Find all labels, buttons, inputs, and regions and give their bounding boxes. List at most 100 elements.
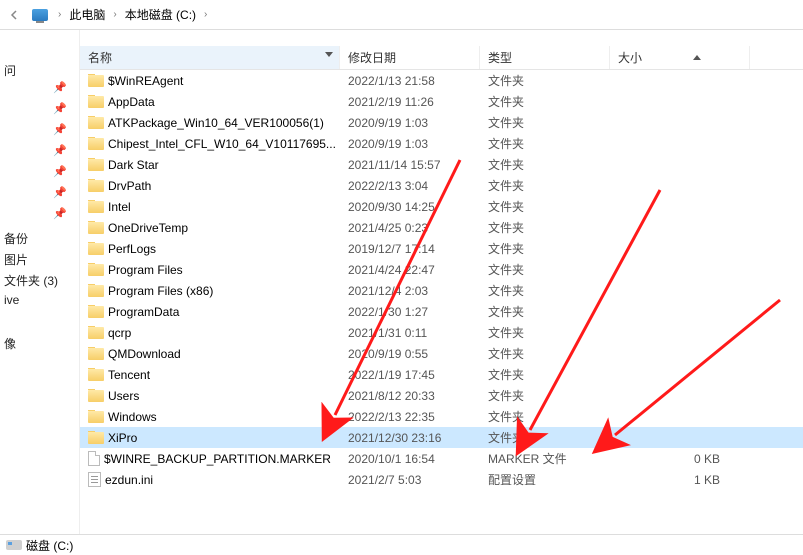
cell-name: Tencent <box>80 368 340 382</box>
chevron-right-icon: › <box>111 9 118 20</box>
cell-name: qcrp <box>80 326 340 340</box>
folder-icon <box>88 411 104 423</box>
file-name: Program Files <box>108 263 183 277</box>
file-list: 名称 修改日期 类型 大小 $WinREAgent2022/1/13 21:58… <box>80 30 803 534</box>
table-row[interactable]: qcrp 2021/1/31 0:11文件夹 <box>80 322 803 343</box>
table-row[interactable]: ATKPackage_Win10_64_VER100056(1)2020/9/1… <box>80 112 803 133</box>
table-row[interactable]: XiPro2021/12/30 23:16文件夹 <box>80 427 803 448</box>
breadcrumb[interactable]: › 此电脑 › 本地磁盘 (C:) › <box>0 0 803 30</box>
cell-date: 2021/1/31 0:11 <box>340 326 480 340</box>
table-row[interactable]: Dark Star 2021/11/14 15:57文件夹 <box>80 154 803 175</box>
file-name: Dark Star <box>108 158 159 172</box>
table-row[interactable]: ProgramData2022/1/30 1:27文件夹 <box>80 301 803 322</box>
column-header-size[interactable]: 大小 <box>610 46 750 69</box>
folder-icon <box>88 201 104 213</box>
file-name: $WINRE_BACKUP_PARTITION.MARKER <box>104 452 331 466</box>
column-header-type[interactable]: 类型 <box>480 46 610 69</box>
folder-icon <box>88 306 104 318</box>
folder-icon <box>88 243 104 255</box>
file-name: Windows <box>108 410 157 424</box>
file-name: DrvPath <box>108 179 151 193</box>
table-row[interactable]: Tencent2022/1/19 17:45文件夹 <box>80 364 803 385</box>
cell-date: 2022/1/30 1:27 <box>340 305 480 319</box>
cell-date: 2022/2/13 22:35 <box>340 410 480 424</box>
pin-icon: 📌 <box>0 165 79 186</box>
table-row[interactable]: Chipest_Intel_CFL_W10_64_V10117695...202… <box>80 133 803 154</box>
cell-date: 2022/2/13 3:04 <box>340 179 480 193</box>
table-row[interactable]: PerfLogs2019/12/7 17:14文件夹 <box>80 238 803 259</box>
cell-name: $WinREAgent <box>80 74 340 88</box>
cell-date: 2021/2/7 5:03 <box>340 473 480 487</box>
table-row[interactable]: $WINRE_BACKUP_PARTITION.MARKER2020/10/1 … <box>80 448 803 469</box>
cell-type: 文件夹 <box>480 156 610 173</box>
chevron-right-icon: › <box>202 9 209 20</box>
table-row[interactable]: OneDriveTemp2021/4/25 0:23文件夹 <box>80 217 803 238</box>
table-row[interactable]: ezdun.ini 2021/2/7 5:03配置设置1 KB <box>80 469 803 490</box>
file-name: AppData <box>108 95 155 109</box>
table-row[interactable]: Windows2022/2/13 22:35文件夹 <box>80 406 803 427</box>
chevron-right-icon: › <box>56 9 63 20</box>
sidebar-item[interactable]: ive <box>0 291 79 312</box>
cell-date: 2021/12/4 2:03 <box>340 284 480 298</box>
folder-icon <box>88 285 104 297</box>
table-row[interactable]: DrvPath 2022/2/13 3:04文件夹 <box>80 175 803 196</box>
cell-date: 2020/9/19 1:03 <box>340 137 480 151</box>
cell-name: Chipest_Intel_CFL_W10_64_V10117695... <box>80 137 340 151</box>
cell-type: 文件夹 <box>480 261 610 278</box>
drive-icon <box>6 540 22 550</box>
file-name: Program Files (x86) <box>108 284 213 298</box>
breadcrumb-drive[interactable]: 本地磁盘 (C:) <box>123 6 198 23</box>
cell-type: 文件夹 <box>480 198 610 215</box>
folder-icon <box>88 348 104 360</box>
breadcrumb-this-pc[interactable]: 此电脑 <box>67 6 107 23</box>
table-row[interactable]: Intel2020/9/30 14:25文件夹 <box>80 196 803 217</box>
file-name: PerfLogs <box>108 242 156 256</box>
folder-icon <box>88 369 104 381</box>
cell-type: 文件夹 <box>480 387 610 404</box>
sidebar-item[interactable]: 备份 <box>0 228 79 249</box>
sidebar: 问 📌 📌 📌 📌 📌 📌 📌 备份 图片 文件夹 (3) ive 像 <box>0 30 80 534</box>
sidebar-item[interactable]: 像 <box>0 333 79 354</box>
back-arrow-icon[interactable] <box>4 5 24 25</box>
cell-date: 2021/11/14 15:57 <box>340 158 480 172</box>
file-name: $WinREAgent <box>108 74 183 88</box>
status-drive-label: 磁盘 (C:) <box>26 537 73 554</box>
cell-type: 文件夹 <box>480 114 610 131</box>
sidebar-item[interactable]: 问 <box>0 60 79 81</box>
table-row[interactable]: AppData2021/2/19 11:26文件夹 <box>80 91 803 112</box>
caret-up-icon <box>693 55 701 60</box>
table-row[interactable]: Program Files 2021/4/24 22:47文件夹 <box>80 259 803 280</box>
file-name: QMDownload <box>108 347 181 361</box>
cell-size: 1 KB <box>610 473 750 487</box>
pin-icon: 📌 <box>0 81 79 102</box>
cell-type: 配置设置 <box>480 471 610 488</box>
folder-icon <box>88 75 104 87</box>
table-row[interactable]: Users2021/8/12 20:33文件夹 <box>80 385 803 406</box>
column-header-date[interactable]: 修改日期 <box>340 46 480 69</box>
cell-date: 2020/9/30 14:25 <box>340 200 480 214</box>
sidebar-item[interactable]: 文件夹 (3) <box>0 270 79 291</box>
cell-type: 文件夹 <box>480 324 610 341</box>
pin-icon: 📌 <box>0 123 79 144</box>
cell-name: DrvPath <box>80 179 340 193</box>
table-row[interactable]: Program Files (x86)2021/12/4 2:03文件夹 <box>80 280 803 301</box>
cell-type: 文件夹 <box>480 72 610 89</box>
cell-date: 2021/2/19 11:26 <box>340 95 480 109</box>
ini-icon <box>88 472 101 487</box>
cell-name: Program Files <box>80 263 340 277</box>
file-name: ezdun.ini <box>105 473 153 487</box>
cell-type: 文件夹 <box>480 177 610 194</box>
cell-date: 2021/4/24 22:47 <box>340 263 480 277</box>
cell-type: 文件夹 <box>480 429 610 446</box>
cell-name: AppData <box>80 95 340 109</box>
pin-icon: 📌 <box>0 186 79 207</box>
cell-date: 2021/8/12 20:33 <box>340 389 480 403</box>
table-row[interactable]: $WinREAgent2022/1/13 21:58文件夹 <box>80 70 803 91</box>
cell-type: 文件夹 <box>480 366 610 383</box>
file-name: qcrp <box>108 326 131 340</box>
cell-date: 2021/4/25 0:23 <box>340 221 480 235</box>
file-name: ATKPackage_Win10_64_VER100056(1) <box>108 116 324 130</box>
sidebar-item[interactable]: 图片 <box>0 249 79 270</box>
column-header-name[interactable]: 名称 <box>80 46 340 69</box>
table-row[interactable]: QMDownload2020/9/19 0:55文件夹 <box>80 343 803 364</box>
